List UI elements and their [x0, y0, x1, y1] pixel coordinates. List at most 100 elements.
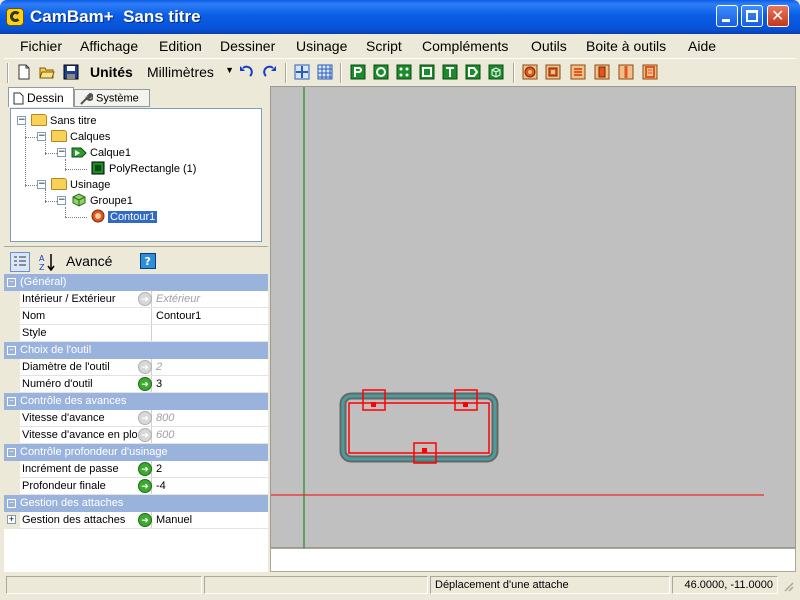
property-value[interactable]: Manuel	[154, 512, 268, 528]
property-value[interactable]: Contour1	[154, 308, 268, 324]
profile-operation-icon	[91, 209, 105, 223]
default-value-icon[interactable]: ➜	[138, 292, 152, 306]
draw-region-icon[interactable]	[465, 64, 481, 80]
property-row-style[interactable]: Style	[4, 325, 268, 342]
default-value-icon[interactable]: ➜	[138, 411, 152, 425]
tree-collapse-groupe1[interactable]: −	[57, 196, 66, 205]
draw-polyline-icon[interactable]	[350, 64, 366, 80]
collapse-icon[interactable]: −	[7, 397, 16, 406]
save-icon[interactable]	[63, 64, 79, 80]
category-choix-outil[interactable]: − Choix de l'outil	[4, 342, 268, 359]
default-value-icon[interactable]: ➜	[138, 428, 152, 442]
new-file-icon[interactable]	[16, 64, 32, 80]
minimize-button[interactable]	[716, 5, 738, 27]
category-controle-profondeur[interactable]: − Contrôle profondeur d'usinage	[4, 444, 268, 461]
help-icon[interactable]: ?	[140, 253, 156, 269]
tree-node-calques[interactable]: Calques	[51, 129, 110, 145]
property-row-profondeur-finale[interactable]: Profondeur finale ➜ -4	[4, 478, 268, 495]
alphabetical-sort-icon[interactable]: AZ	[38, 252, 62, 272]
property-name: Vitesse d'avance	[20, 410, 152, 426]
snap-axis-icon[interactable]	[294, 64, 310, 80]
property-value[interactable]: Extérieur	[154, 291, 268, 307]
menu-fichier[interactable]: Fichier	[20, 38, 62, 54]
status-cell-left	[6, 576, 202, 594]
tree-node-contour1[interactable]: Contour1	[91, 209, 158, 225]
property-value[interactable]	[154, 325, 268, 341]
menu-edition[interactable]: Edition	[159, 38, 202, 54]
redo-icon[interactable]	[262, 64, 278, 80]
property-row-diametre-outil[interactable]: Diamètre de l'outil ➜ 2	[4, 359, 268, 376]
default-value-icon[interactable]: ➜	[138, 360, 152, 374]
property-value[interactable]: 2	[154, 461, 268, 477]
property-name: Nom	[20, 308, 152, 324]
draw-rectangle-icon[interactable]	[419, 64, 435, 80]
draw-circle-icon[interactable]	[373, 64, 389, 80]
collapse-icon[interactable]: −	[7, 346, 16, 355]
category-gestion-attaches[interactable]: − Gestion des attaches	[4, 495, 268, 512]
property-value[interactable]: 800	[154, 410, 268, 426]
tree-node-usinage[interactable]: Usinage	[51, 177, 110, 193]
collapse-icon[interactable]: −	[7, 499, 16, 508]
value-set-icon[interactable]: ➜	[138, 462, 152, 476]
value-set-icon[interactable]: ➜	[138, 479, 152, 493]
cambam-app-icon[interactable]	[6, 8, 24, 26]
menu-complements[interactable]: Compléments	[422, 38, 508, 54]
property-row-increment-passe[interactable]: Incrément de passe ➜ 2	[4, 461, 268, 478]
draw-points-icon[interactable]	[396, 64, 412, 80]
menu-usinage[interactable]: Usinage	[296, 38, 347, 54]
menu-script[interactable]: Script	[366, 38, 402, 54]
lathe-operation-icon[interactable]	[618, 64, 634, 80]
collapse-icon[interactable]: −	[7, 448, 16, 457]
undo-icon[interactable]	[238, 64, 254, 80]
grid-icon[interactable]	[317, 64, 333, 80]
tree-collapse-calque1[interactable]: −	[57, 148, 66, 157]
profile-operation-icon[interactable]	[522, 64, 538, 80]
open-folder-icon[interactable]	[39, 64, 55, 80]
property-row-numero-outil[interactable]: Numéro d'outil ➜ 3	[4, 376, 268, 393]
property-row-vitesse-avance-plongee[interactable]: Vitesse d'avance en plo ➜ 600	[4, 427, 268, 444]
tree-collapse-usinage[interactable]: −	[37, 180, 46, 189]
tree-node-calque1[interactable]: Calque1	[71, 145, 131, 161]
categorized-view-icon[interactable]	[10, 252, 30, 272]
property-value[interactable]: 3	[154, 376, 268, 392]
tree-collapse-calques[interactable]: −	[37, 132, 46, 141]
tree-node-groupe1[interactable]: Groupe1	[71, 193, 133, 209]
resize-grip-icon[interactable]	[782, 580, 794, 592]
pocket-operation-icon[interactable]	[545, 64, 561, 80]
menu-aide[interactable]: Aide	[688, 38, 716, 54]
units-dropdown[interactable]: Millimètres ▼	[146, 62, 236, 84]
menu-outils[interactable]: Outils	[531, 38, 567, 54]
property-row-interieur-exterieur[interactable]: Intérieur / Extérieur ➜ Extérieur	[4, 291, 268, 308]
property-value[interactable]: -4	[154, 478, 268, 494]
property-row-nom[interactable]: Nom Contour1	[4, 308, 268, 325]
category-general[interactable]: − (Général)	[4, 274, 268, 291]
engrave-operation-icon[interactable]	[570, 64, 586, 80]
tree-node-polyrectangle[interactable]: PolyRectangle (1)	[91, 161, 196, 177]
property-row-gestion-attaches[interactable]: + Gestion des attaches ➜ Manuel	[4, 512, 268, 529]
title-bar[interactable]: CamBam+ Sans titre ✕	[0, 0, 800, 34]
tab-systeme[interactable]: Système	[74, 89, 150, 107]
property-value[interactable]: 600	[154, 427, 268, 443]
menu-affichage[interactable]: Affichage	[80, 38, 138, 54]
menu-dessiner[interactable]: Dessiner	[220, 38, 275, 54]
value-set-icon[interactable]: ➜	[138, 513, 152, 527]
drill-operation-icon[interactable]	[594, 64, 610, 80]
tree-node-root[interactable]: Sans titre	[31, 113, 96, 129]
project-tree[interactable]: − Sans titre − Calques − Calque1 PolyRec…	[10, 108, 262, 242]
property-value[interactable]: 2	[154, 359, 268, 375]
property-row-vitesse-avance[interactable]: Vitesse d'avance ➜ 800	[4, 410, 268, 427]
close-button[interactable]: ✕	[767, 5, 789, 27]
advanced-toggle[interactable]: Avancé	[66, 253, 112, 269]
draw-3d-surface-icon[interactable]	[488, 64, 504, 80]
collapse-icon[interactable]: −	[7, 278, 16, 287]
value-set-icon[interactable]: ➜	[138, 377, 152, 391]
3d-profile-operation-icon[interactable]	[642, 64, 658, 80]
menu-boite-a-outils[interactable]: Boite à outils	[586, 38, 666, 54]
tab-dessin[interactable]: Dessin	[8, 87, 74, 107]
expand-icon[interactable]: +	[7, 515, 16, 524]
drawing-canvas[interactable]	[270, 86, 796, 549]
maximize-button[interactable]	[741, 5, 763, 27]
draw-text-icon[interactable]	[442, 64, 458, 80]
category-controle-avances[interactable]: − Contrôle des avances	[4, 393, 268, 410]
tree-collapse-root[interactable]: −	[17, 116, 26, 125]
